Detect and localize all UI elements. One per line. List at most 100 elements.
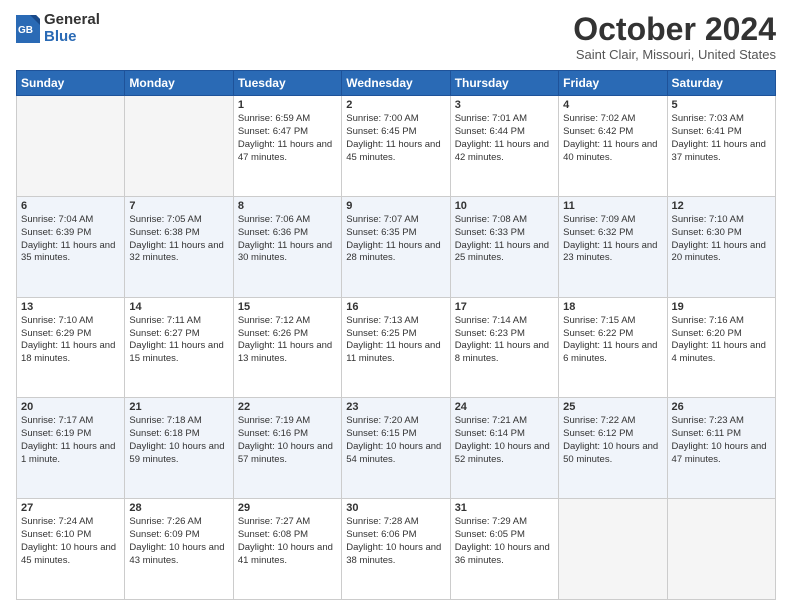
calendar-cell-w2d1: 14 Sunrise: 7:11 AM Sunset: 6:27 PM Dayli… [125,297,233,398]
day-number: 16 [346,301,445,313]
day-number: 28 [129,502,228,514]
calendar-cell-w4d1: 28 Sunrise: 7:26 AM Sunset: 6:09 PM Dayli… [125,499,233,600]
calendar-cell-w0d0 [17,96,125,197]
day-number: 13 [21,301,120,313]
day-number: 12 [672,200,771,212]
day-info: Sunrise: 7:12 AM Sunset: 6:26 PM Dayligh… [238,315,337,366]
calendar-cell-w4d5 [559,499,667,600]
day-info: Sunrise: 7:04 AM Sunset: 6:39 PM Dayligh… [21,214,120,265]
calendar-cell-w1d6: 12 Sunrise: 7:10 AM Sunset: 6:30 PM Dayli… [667,196,775,297]
calendar-header-row: Sunday Monday Tuesday Wednesday Thursday… [17,71,776,96]
day-info: Sunrise: 7:28 AM Sunset: 6:06 PM Dayligh… [346,516,445,567]
day-info: Sunrise: 7:26 AM Sunset: 6:09 PM Dayligh… [129,516,228,567]
day-info: Sunrise: 7:10 AM Sunset: 6:29 PM Dayligh… [21,315,120,366]
day-info: Sunrise: 7:15 AM Sunset: 6:22 PM Dayligh… [563,315,662,366]
day-info: Sunrise: 7:21 AM Sunset: 6:14 PM Dayligh… [455,415,554,466]
calendar-cell-w0d2: 1Sunrise: 6:59 AM Sunset: 6:47 PM Daylig… [233,96,341,197]
day-number: 6 [21,200,120,212]
col-wednesday: Wednesday [342,71,450,96]
calendar-cell-w3d3: 23 Sunrise: 7:20 AM Sunset: 6:15 PM Dayli… [342,398,450,499]
calendar-cell-w3d4: 24 Sunrise: 7:21 AM Sunset: 6:14 PM Dayli… [450,398,558,499]
day-number: 8 [238,200,337,212]
calendar-cell-w1d4: 10Sunrise: 7:08 AM Sunset: 6:33 PM Dayli… [450,196,558,297]
day-number: 10 [455,200,554,212]
calendar-cell-w0d4: 3 Sunrise: 7:01 AM Sunset: 6:44 PM Daylig… [450,96,558,197]
day-number: 14 [129,301,228,313]
calendar-cell-w3d5: 25Sunrise: 7:22 AM Sunset: 6:12 PM Dayli… [559,398,667,499]
calendar-cell-w2d5: 18 Sunrise: 7:15 AM Sunset: 6:22 PM Dayli… [559,297,667,398]
calendar-cell-w1d1: 7Sunrise: 7:05 AM Sunset: 6:38 PM Daylig… [125,196,233,297]
calendar-cell-w0d5: 4 Sunrise: 7:02 AM Sunset: 6:42 PM Daylig… [559,96,667,197]
col-monday: Monday [125,71,233,96]
calendar-week-0: 1Sunrise: 6:59 AM Sunset: 6:47 PM Daylig… [17,96,776,197]
page: GB General Blue October 2024 Saint Clair… [0,0,792,612]
day-number: 29 [238,502,337,514]
logo-text: General Blue [44,12,100,45]
logo-general-text: General [44,12,100,29]
day-info: Sunrise: 7:27 AM Sunset: 6:08 PM Dayligh… [238,516,337,567]
day-info: Sunrise: 7:10 AM Sunset: 6:30 PM Dayligh… [672,214,771,265]
day-info: Sunrise: 7:11 AM Sunset: 6:27 PM Dayligh… [129,315,228,366]
calendar-cell-w2d0: 13 Sunrise: 7:10 AM Sunset: 6:29 PM Dayli… [17,297,125,398]
calendar-table: Sunday Monday Tuesday Wednesday Thursday… [16,70,776,600]
day-number: 4 [563,99,662,111]
day-info: Sunrise: 7:09 AM Sunset: 6:32 PM Dayligh… [563,214,662,265]
day-info: Sunrise: 7:16 AM Sunset: 6:20 PM Dayligh… [672,315,771,366]
svg-text:GB: GB [18,25,33,36]
logo: GB General Blue [16,12,100,45]
day-info: Sunrise: 7:20 AM Sunset: 6:15 PM Dayligh… [346,415,445,466]
calendar-cell-w1d2: 8 Sunrise: 7:06 AM Sunset: 6:36 PM Daylig… [233,196,341,297]
calendar-week-3: 20 Sunrise: 7:17 AM Sunset: 6:19 PM Dayli… [17,398,776,499]
day-info: Sunrise: 7:01 AM Sunset: 6:44 PM Dayligh… [455,113,554,164]
day-info: Sunrise: 7:02 AM Sunset: 6:42 PM Dayligh… [563,113,662,164]
day-number: 27 [21,502,120,514]
day-number: 23 [346,401,445,413]
logo-icon: GB [16,15,40,43]
day-info: Sunrise: 7:18 AM Sunset: 6:18 PM Dayligh… [129,415,228,466]
day-number: 20 [21,401,120,413]
col-friday: Friday [559,71,667,96]
calendar-cell-w0d6: 5Sunrise: 7:03 AM Sunset: 6:41 PM Daylig… [667,96,775,197]
day-info: Sunrise: 7:17 AM Sunset: 6:19 PM Dayligh… [21,415,120,466]
calendar-cell-w4d0: 27 Sunrise: 7:24 AM Sunset: 6:10 PM Dayli… [17,499,125,600]
day-info: Sunrise: 7:00 AM Sunset: 6:45 PM Dayligh… [346,113,445,164]
day-number: 26 [672,401,771,413]
calendar-cell-w4d3: 30 Sunrise: 7:28 AM Sunset: 6:06 PM Dayli… [342,499,450,600]
day-info: Sunrise: 6:59 AM Sunset: 6:47 PM Dayligh… [238,113,337,164]
day-number: 15 [238,301,337,313]
day-number: 11 [563,200,662,212]
day-number: 30 [346,502,445,514]
day-number: 25 [563,401,662,413]
location: Saint Clair, Missouri, United States [573,47,776,62]
day-number: 17 [455,301,554,313]
calendar-week-2: 13 Sunrise: 7:10 AM Sunset: 6:29 PM Dayli… [17,297,776,398]
calendar-week-1: 6 Sunrise: 7:04 AM Sunset: 6:39 PM Daylig… [17,196,776,297]
calendar-cell-w2d2: 15 Sunrise: 7:12 AM Sunset: 6:26 PM Dayli… [233,297,341,398]
day-number: 3 [455,99,554,111]
title-area: October 2024 Saint Clair, Missouri, Unit… [573,12,776,62]
day-info: Sunrise: 7:29 AM Sunset: 6:05 PM Dayligh… [455,516,554,567]
calendar-cell-w2d6: 19 Sunrise: 7:16 AM Sunset: 6:20 PM Dayli… [667,297,775,398]
header: GB General Blue October 2024 Saint Clair… [16,12,776,62]
day-number: 24 [455,401,554,413]
day-info: Sunrise: 7:05 AM Sunset: 6:38 PM Dayligh… [129,214,228,265]
logo-blue-text: Blue [44,29,100,46]
day-info: Sunrise: 7:07 AM Sunset: 6:35 PM Dayligh… [346,214,445,265]
day-info: Sunrise: 7:13 AM Sunset: 6:25 PM Dayligh… [346,315,445,366]
calendar-cell-w1d3: 9 Sunrise: 7:07 AM Sunset: 6:35 PM Daylig… [342,196,450,297]
calendar-cell-w0d3: 2Sunrise: 7:00 AM Sunset: 6:45 PM Daylig… [342,96,450,197]
day-number: 9 [346,200,445,212]
day-number: 18 [563,301,662,313]
day-info: Sunrise: 7:24 AM Sunset: 6:10 PM Dayligh… [21,516,120,567]
calendar-cell-w4d6 [667,499,775,600]
calendar-cell-w3d0: 20 Sunrise: 7:17 AM Sunset: 6:19 PM Dayli… [17,398,125,499]
calendar-cell-w3d1: 21 Sunrise: 7:18 AM Sunset: 6:18 PM Dayli… [125,398,233,499]
day-number: 22 [238,401,337,413]
day-number: 21 [129,401,228,413]
calendar-cell-w4d4: 31Sunrise: 7:29 AM Sunset: 6:05 PM Dayli… [450,499,558,600]
calendar-cell-w2d4: 17 Sunrise: 7:14 AM Sunset: 6:23 PM Dayli… [450,297,558,398]
day-number: 19 [672,301,771,313]
day-info: Sunrise: 7:06 AM Sunset: 6:36 PM Dayligh… [238,214,337,265]
day-info: Sunrise: 7:23 AM Sunset: 6:11 PM Dayligh… [672,415,771,466]
day-info: Sunrise: 7:14 AM Sunset: 6:23 PM Dayligh… [455,315,554,366]
